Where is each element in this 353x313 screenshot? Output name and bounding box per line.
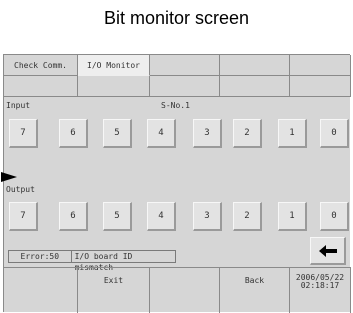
output-bit-4[interactable]: 4 bbox=[147, 202, 176, 231]
output-bit-row: 7 6 5 4 3 2 1 0 bbox=[4, 202, 351, 232]
input-label: Input bbox=[6, 101, 31, 110]
output-bit-5[interactable]: 5 bbox=[103, 202, 132, 231]
tab-row2-2 bbox=[78, 76, 150, 97]
exit-button[interactable]: Exit bbox=[78, 267, 150, 313]
back-arrow-button[interactable] bbox=[310, 237, 346, 265]
input-bit-row: 7 6 5 4 3 2 1 0 bbox=[4, 119, 351, 149]
output-bit-1[interactable]: 1 bbox=[278, 202, 307, 231]
tab-check-comm[interactable]: Check Comm. bbox=[4, 55, 78, 76]
error-message: I/O board ID mismatch bbox=[74, 252, 133, 272]
input-bit-0[interactable]: 0 bbox=[320, 119, 349, 148]
back-button[interactable]: Back bbox=[220, 267, 290, 313]
bottom-empty-1 bbox=[4, 267, 78, 313]
hmi-screen: Check Comm. I/O Monitor Input S-No.1 7 6… bbox=[1, 54, 351, 313]
tab-empty-5 bbox=[290, 55, 351, 76]
tab-empty-4 bbox=[220, 55, 290, 76]
input-bit-6[interactable]: 6 bbox=[59, 119, 88, 148]
tab-row2-4 bbox=[220, 76, 290, 97]
input-bit-7[interactable]: 7 bbox=[9, 119, 38, 148]
tab-row2-3 bbox=[150, 76, 220, 97]
output-bit-0[interactable]: 0 bbox=[320, 202, 349, 231]
input-bit-5[interactable]: 5 bbox=[103, 119, 132, 148]
tab-row2-5 bbox=[290, 76, 351, 97]
pointer-arrow-icon bbox=[1, 172, 17, 182]
time-text: 02:18:17 bbox=[300, 281, 340, 290]
output-bit-3[interactable]: 3 bbox=[193, 202, 222, 231]
bottom-empty-3 bbox=[150, 267, 220, 313]
status-bar: Error:50 I/O board ID mismatch bbox=[8, 250, 176, 272]
input-bit-2[interactable]: 2 bbox=[233, 119, 262, 148]
output-bit-6[interactable]: 6 bbox=[59, 202, 88, 231]
input-bit-4[interactable]: 4 bbox=[147, 119, 176, 148]
station-number-label: S-No.1 bbox=[161, 101, 190, 110]
tab-io-monitor[interactable]: I/O Monitor bbox=[78, 55, 150, 76]
tab-row2-1 bbox=[4, 76, 78, 97]
output-label: Output bbox=[6, 185, 35, 194]
input-bit-1[interactable]: 1 bbox=[278, 119, 307, 148]
bottom-bar: Exit Back 2006/05/22 02:18:17 bbox=[4, 267, 351, 313]
output-bit-2[interactable]: 2 bbox=[233, 202, 262, 231]
output-bit-7[interactable]: 7 bbox=[9, 202, 38, 231]
error-code: Error:50 bbox=[9, 251, 72, 262]
datetime-display: 2006/05/22 02:18:17 bbox=[290, 267, 351, 313]
figure-caption: Bit monitor screen bbox=[103, 8, 250, 28]
input-bit-3[interactable]: 3 bbox=[193, 119, 222, 148]
tab-empty-3 bbox=[150, 55, 220, 76]
tab-bar: Check Comm. I/O Monitor bbox=[4, 55, 351, 97]
left-arrow-icon bbox=[318, 244, 337, 257]
